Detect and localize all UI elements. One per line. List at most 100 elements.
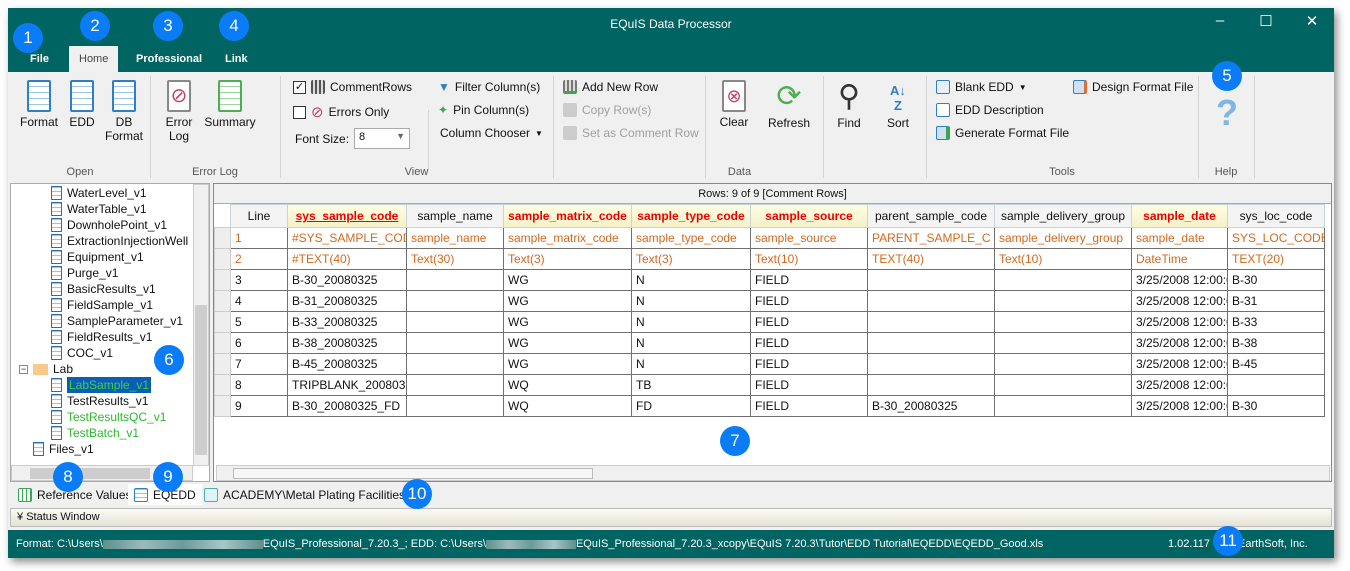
row-selector[interactable] [214,311,231,333]
column-header[interactable]: sample_date [1131,204,1228,228]
row-selector[interactable] [214,269,231,291]
table-cell[interactable]: B-38_20080325 [287,332,407,354]
row-selector[interactable] [214,227,231,249]
table-cell[interactable] [994,332,1132,354]
table-cell[interactable]: 3 [230,269,288,291]
row-selector[interactable] [214,395,231,417]
filter-columns-button[interactable]: ▼ Filter Column(s) [438,80,540,94]
table-cell[interactable] [406,332,504,354]
table-cell[interactable] [406,374,504,396]
bottom-tab[interactable]: ACADEMY\Metal Plating Facilities [198,484,411,505]
scroll-thumb[interactable] [233,468,593,479]
table-cell[interactable]: TEXT(40) [867,248,995,270]
table-cell[interactable]: FIELD [750,311,868,333]
table-cell[interactable]: N [631,332,751,354]
table-cell[interactable]: WQ [503,374,632,396]
table-cell[interactable]: 3/25/2008 12:00:0 [1131,290,1228,312]
table-cell[interactable]: #SYS_SAMPLE_COD [287,227,407,249]
summary-button[interactable]: Summary [202,80,258,129]
tree-item[interactable]: COC_v1 [51,345,113,361]
table-row[interactable]: 9 B-30_20080325_FD WQ FD FIELD B-30_20080325 3… [214,395,1325,417]
table-cell[interactable]: sample_delivery_group [994,227,1132,249]
table-cell[interactable]: sample_source [750,227,868,249]
tree-item[interactable]: ExtractionInjectionWell [51,233,188,249]
table-cell[interactable]: B-38 [1227,332,1325,354]
db-format-button[interactable]: DB Format [104,80,144,143]
table-cell[interactable]: 6 [230,332,288,354]
table-cell[interactable]: B-30 [1227,395,1325,417]
generate-format-file-button[interactable]: Generate Format File [936,126,1069,140]
minimize-button[interactable]: – [1205,12,1235,29]
table-cell[interactable]: #TEXT(40) [287,248,407,270]
status-window-bar[interactable]: ¥ Status Window [10,508,1332,527]
table-cell[interactable]: FIELD [750,374,868,396]
table-cell[interactable]: 3/25/2008 12:00:0 [1131,353,1228,375]
table-cell[interactable]: Text(10) [994,248,1132,270]
column-header[interactable]: sample_source [750,204,868,228]
table-cell[interactable]: 3/25/2008 12:00:0 [1131,395,1228,417]
table-cell[interactable]: WG [503,353,632,375]
edd-button[interactable]: EDD [66,80,98,129]
column-header[interactable]: sys_sample_code [287,204,407,228]
column-chooser-button[interactable]: Column Chooser ▼ [440,126,543,140]
scroll-thumb[interactable] [195,305,207,455]
table-cell[interactable]: 5 [230,311,288,333]
table-cell[interactable]: FIELD [750,395,868,417]
table-cell[interactable] [867,353,995,375]
table-cell[interactable]: SYS_LOC_CODE [1227,227,1325,249]
table-cell[interactable]: 9 [230,395,288,417]
table-cell[interactable]: B-30_20080325 [287,269,407,291]
table-cell[interactable] [994,353,1132,375]
table-cell[interactable]: Text(3) [631,248,751,270]
table-cell[interactable]: N [631,311,751,333]
table-row[interactable]: 4 B-31_20080325 WG N FIELD 3/25/2008 12:00:0 B… [214,290,1325,312]
maximize-button[interactable]: ☐ [1251,12,1281,30]
table-row[interactable]: 3 B-30_20080325 WG N FIELD 3/25/2008 12:00:0 B… [214,269,1325,291]
column-header[interactable]: sample_matrix_code [503,204,632,228]
table-cell[interactable]: FIELD [750,290,868,312]
table-cell[interactable]: Text(3) [503,248,632,270]
tree-item[interactable]: TestResults_v1 [51,393,148,409]
tree-item[interactable]: Equipment_v1 [51,249,144,265]
table-cell[interactable]: DateTime [1131,248,1228,270]
tab-home[interactable]: Home [69,46,119,72]
design-format-file-button[interactable]: Design Format File [1073,80,1193,94]
table-cell[interactable] [406,311,504,333]
table-cell[interactable]: B-45 [1227,353,1325,375]
table-cell[interactable] [406,395,504,417]
table-cell[interactable] [994,269,1132,291]
table-cell[interactable]: WG [503,311,632,333]
table-cell[interactable] [1227,374,1325,396]
close-button[interactable]: ✕ [1297,12,1327,30]
comment-rows-checkbox[interactable]: ✓ CommentRows [293,80,412,94]
row-selector[interactable] [214,290,231,312]
column-header[interactable]: sys_loc_code [1227,204,1325,228]
table-cell[interactable]: N [631,269,751,291]
table-cell[interactable]: sample_name [406,227,504,249]
table-cell[interactable]: sample_type_code [631,227,751,249]
table-cell[interactable]: 4 [230,290,288,312]
errors-only-checkbox[interactable]: ⊘ Errors Only [293,103,389,121]
table-cell[interactable] [867,269,995,291]
help-button[interactable]: ? [1212,92,1242,134]
tree-item[interactable]: TestResultsQC_v1 [51,409,166,425]
tab-professional[interactable]: Professional [126,46,212,72]
table-cell[interactable]: TRIPBLANK_2008032 [287,374,407,396]
tree-item[interactable]: TestBatch_v1 [51,425,139,441]
table-cell[interactable]: FIELD [750,353,868,375]
row-selector[interactable] [214,353,231,375]
table-cell[interactable]: TB [631,374,751,396]
table-cell[interactable]: B-33_20080325 [287,311,407,333]
grid-horizontal-scrollbar[interactable] [216,465,1330,481]
font-size-select[interactable]: 8 ▼ [354,128,411,149]
table-cell[interactable] [406,269,504,291]
table-cell[interactable]: FD [631,395,751,417]
table-cell[interactable]: 7 [230,353,288,375]
table-cell[interactable] [994,395,1132,417]
tree-item[interactable]: BasicResults_v1 [51,281,156,297]
table-cell[interactable] [406,290,504,312]
table-cell[interactable]: B-33 [1227,311,1325,333]
column-header[interactable]: Line [230,204,288,228]
table-cell[interactable]: Text(10) [750,248,868,270]
tree-vertical-scrollbar[interactable] [193,184,209,466]
